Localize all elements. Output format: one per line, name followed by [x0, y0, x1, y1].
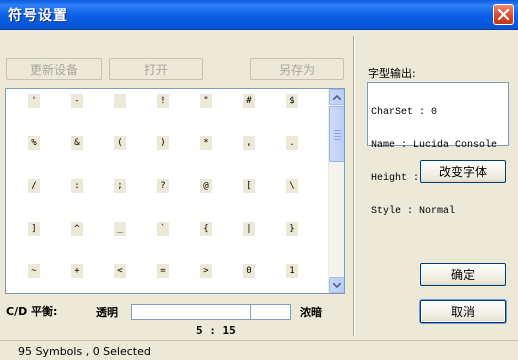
symbol-cell[interactable]: > [200, 264, 212, 278]
symbol-cell[interactable]: $ [286, 94, 298, 108]
symbol-cell[interactable]: = [157, 264, 169, 278]
close-button[interactable] [493, 4, 514, 25]
symbol-cell[interactable]: 1 [286, 264, 298, 278]
symbol-cell[interactable] [114, 94, 126, 108]
symbol-cell[interactable]: ~ [28, 264, 40, 278]
symbol-cell[interactable]: . [286, 136, 298, 150]
chevron-down-icon [333, 282, 341, 288]
symbol-cell[interactable]: % [28, 136, 40, 150]
symbol-cell[interactable]: # [243, 94, 255, 108]
symbol-cell[interactable]: & [71, 136, 83, 150]
symbol-cell[interactable]: [ [243, 179, 255, 193]
symbol-cell[interactable]: _ [114, 222, 126, 236]
font-output-line: CharSet : 0 [371, 107, 438, 118]
balance-slider[interactable] [131, 304, 291, 320]
status-bar: 95 Symbols , 0 Selected [0, 340, 518, 360]
symbol-cell[interactable]: - [71, 94, 83, 108]
ok-button[interactable]: 确定 [420, 263, 506, 286]
font-output-line: Name : Lucida Console [371, 140, 498, 151]
symbol-cell[interactable]: 0 [243, 264, 255, 278]
window-title: 符号设置 [8, 8, 68, 24]
transparent-label: 透明 [96, 306, 118, 319]
chevron-up-icon [333, 94, 341, 100]
symbol-cell[interactable]: \ [286, 179, 298, 193]
symbol-cell[interactable]: < [114, 264, 126, 278]
font-output-line: Style : Normal [371, 206, 456, 217]
scroll-up-button[interactable] [329, 89, 344, 105]
symbol-grid: ' -! " # $% & () *,. /:;? @ [ \] ^ _ ` { |} ~ + < = >0 1 [5, 88, 345, 294]
symbol-cell[interactable]: ! [157, 94, 169, 108]
symbol-cell[interactable]: | [243, 222, 255, 236]
change-font-button[interactable]: 改变字体 [420, 160, 506, 183]
symbol-cell[interactable]: ` [157, 222, 169, 236]
symbol-cell[interactable]: ) [157, 136, 169, 150]
save-as-button[interactable]: 另存为 [250, 58, 344, 80]
vertical-scrollbar[interactable] [328, 89, 344, 293]
font-output-box: CharSet : 0 Name : Lucida Console Height… [367, 82, 509, 217]
symbol-cell[interactable]: / [28, 179, 40, 193]
scroll-thumb[interactable] [329, 106, 344, 162]
cancel-button[interactable]: 取消 [420, 300, 506, 323]
symbol-cell[interactable]: ( [114, 136, 126, 150]
dark-label: 浓暗 [300, 306, 322, 319]
symbol-cell[interactable]: ] [28, 222, 40, 236]
font-output-label: 字型输出: [368, 67, 416, 80]
scroll-down-button[interactable] [329, 277, 344, 293]
symbol-cell[interactable]: " [200, 94, 212, 108]
symbol-cell[interactable]: : [71, 179, 83, 193]
refresh-device-button[interactable]: 更新设备 [6, 58, 102, 80]
symbol-cell[interactable]: { [200, 222, 212, 236]
symbol-cell[interactable]: * [200, 136, 212, 150]
close-icon [497, 8, 510, 21]
symbol-cell[interactable]: @ [200, 179, 212, 193]
balance-ratio: 5 : 15 [196, 324, 236, 337]
symbol-cell[interactable]: ^ [71, 222, 83, 236]
balance-label: C/D 平衡: [6, 305, 58, 318]
title-bar: 符号设置 [0, 0, 518, 30]
symbol-cell[interactable]: , [243, 136, 255, 150]
status-text: 95 Symbols , 0 Selected [18, 345, 151, 358]
symbol-cell[interactable]: + [71, 264, 83, 278]
slider-fill [132, 305, 251, 319]
symbol-cell[interactable]: ; [114, 179, 126, 193]
symbol-cell[interactable]: ' [28, 94, 40, 108]
symbol-cell[interactable]: } [286, 222, 298, 236]
open-button[interactable]: 打开 [109, 58, 203, 80]
panel-divider [353, 36, 355, 336]
symbol-cell[interactable]: ? [157, 179, 169, 193]
